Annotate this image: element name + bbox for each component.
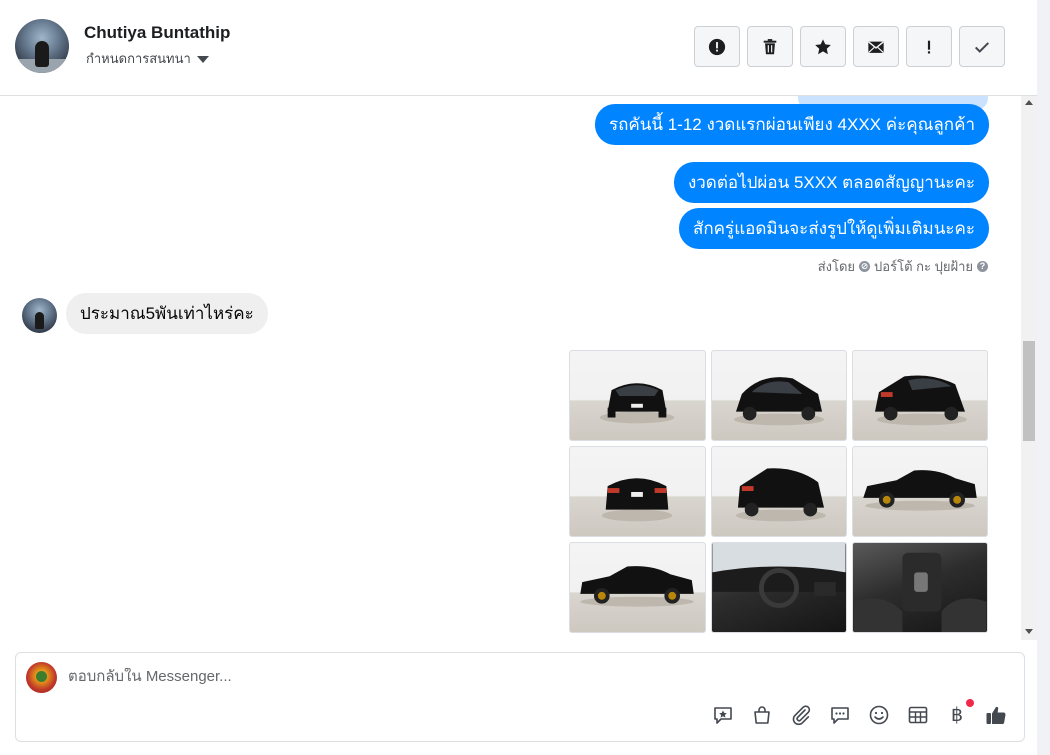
emoji-icon[interactable] — [868, 704, 890, 726]
mark-unread-button[interactable] — [853, 26, 899, 67]
reply-input[interactable] — [68, 668, 968, 685]
car-photo-dashboard[interactable] — [711, 542, 847, 633]
messages-scrollbar[interactable] — [1021, 96, 1037, 640]
alert-circle-icon — [708, 38, 726, 55]
spam-button[interactable] — [906, 26, 952, 67]
shopping-bag-icon[interactable] — [751, 704, 773, 726]
caret-down-icon — [196, 56, 209, 63]
alert-button[interactable] — [694, 26, 740, 67]
contact-avatar-small — [22, 298, 57, 333]
car-photo-rear[interactable] — [569, 446, 706, 537]
sent-by-label: ส่งโดย — [817, 259, 856, 274]
reply-composer: ฿ — [15, 652, 1025, 742]
sent-by-line: ส่งโดย ⊘ ปอร์โต้ กะ ปุยฝ้าย ? — [818, 256, 988, 277]
trash-icon — [763, 38, 777, 54]
exclamation-icon — [927, 40, 931, 53]
verified-icon: ⊘ — [859, 261, 871, 272]
page-avatar — [26, 662, 57, 693]
star-button[interactable] — [800, 26, 846, 67]
envelope-icon — [868, 40, 884, 53]
scrollbar-thumb[interactable] — [1023, 341, 1035, 441]
car-photo-console[interactable] — [852, 542, 988, 633]
notification-dot — [966, 699, 974, 707]
outgoing-message[interactable]: งวดต่อไปผ่อน 5XXX ตลอดสัญญานะคะ — [673, 162, 989, 203]
attachment-icon[interactable] — [790, 704, 812, 726]
quick-reply-icon[interactable] — [712, 704, 734, 726]
conversation-header: Chutiya Buntathip กำหนดการสนทนา — [0, 0, 1037, 96]
done-button[interactable] — [959, 26, 1005, 67]
like-icon[interactable] — [985, 704, 1007, 726]
car-photo-rear-angle[interactable] — [852, 350, 988, 441]
outgoing-message[interactable]: สักครู่แอดมินจะส่งรูปให้ดูเพิ่มเติมนะคะ — [679, 208, 989, 249]
car-photo-front-angle[interactable] — [711, 350, 847, 441]
photo-attachment-grid — [569, 350, 988, 633]
help-icon[interactable]: ? — [977, 261, 988, 272]
car-photo-side-profile[interactable] — [569, 542, 706, 633]
baht-icon[interactable]: ฿ — [946, 699, 974, 726]
assign-label: กำหนดการสนทนา — [86, 51, 191, 66]
scroll-down-arrow-icon[interactable] — [1025, 629, 1033, 634]
check-icon — [974, 41, 990, 53]
star-icon — [815, 38, 831, 54]
assign-conversation-dropdown[interactable]: กำหนดการสนทนา — [86, 48, 209, 69]
saved-replies-icon[interactable] — [829, 704, 851, 726]
composer-toolbar: ฿ — [712, 699, 1007, 726]
car-photo-front[interactable] — [569, 350, 706, 441]
page-scroll-gutter — [1037, 0, 1050, 755]
table-icon[interactable] — [907, 704, 929, 726]
delete-button[interactable] — [747, 26, 793, 67]
sender-name: ปอร์โต้ กะ ปุยฝ้าย — [874, 259, 973, 274]
car-photo-rear-side[interactable] — [711, 446, 847, 537]
scroll-up-arrow-icon[interactable] — [1025, 100, 1033, 105]
contact-avatar[interactable] — [15, 19, 69, 73]
outgoing-message[interactable]: รถคันนี้ 1-12 งวดแรกผ่อนเพียง 4XXX ค่ะคุ… — [594, 104, 989, 145]
incoming-message[interactable]: ประมาณ5พันเท่าไหร่คะ — [66, 293, 268, 334]
contact-name[interactable]: Chutiya Buntathip — [84, 23, 230, 43]
car-photo-side[interactable] — [852, 446, 988, 537]
conversation-toolbar — [694, 26, 1005, 67]
